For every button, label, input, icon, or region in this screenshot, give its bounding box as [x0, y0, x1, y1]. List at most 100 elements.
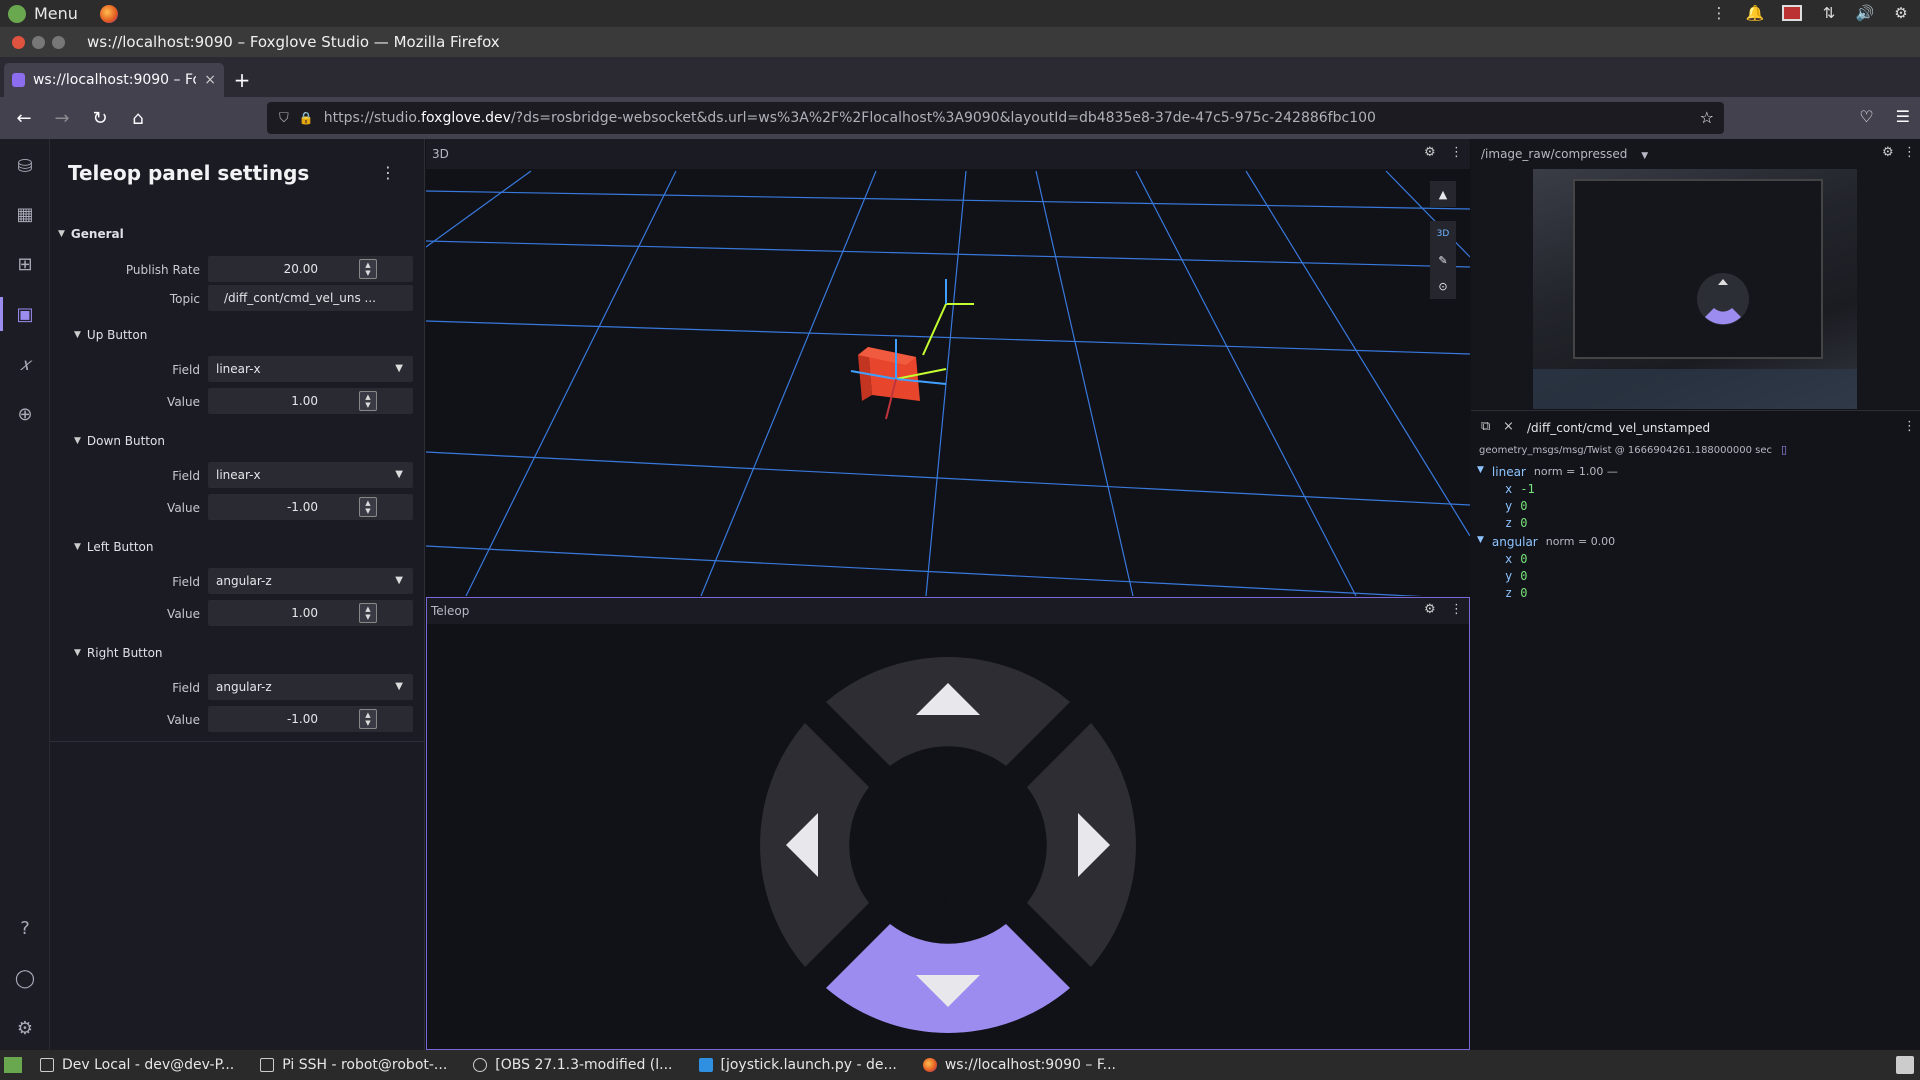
volume-icon[interactable]: 🔊 [1856, 4, 1875, 22]
section-down-button[interactable]: ▼ Down Button [74, 434, 165, 448]
taskbar-item-firefox[interactable]: ws://localhost:9090 – F... [922, 1057, 1124, 1073]
caret-down-icon: ▼ [74, 330, 81, 340]
taskbar-item-terminal-pi[interactable]: Pi SSH - robot@robot-... [260, 1057, 455, 1073]
diff-icon[interactable]: ⨯ [1503, 419, 1514, 434]
browser-tab-bar: ws://localhost:9090 – Fox × + [0, 57, 1920, 97]
panel-settings-gear-icon[interactable]: ⚙ [1882, 145, 1894, 160]
firefox-launcher-icon[interactable] [99, 4, 118, 23]
url-bar[interactable]: ⛉ 🔒 https://studio.foxglove.dev/?ds=rosb… [267, 102, 1724, 134]
dots-icon: ⋮ [1711, 4, 1727, 22]
workspace-icon[interactable] [1896, 1056, 1914, 1074]
measure-tool-icon[interactable]: ✎ [1430, 247, 1456, 273]
layouts-icon[interactable]: ▦ [12, 201, 38, 227]
down-value-input[interactable]: -1.00 ▲ ▼ [208, 494, 413, 520]
caret-down-icon: ▼ [74, 542, 81, 552]
stepper-icon[interactable]: ▲ ▼ [359, 391, 377, 411]
up-value-input[interactable]: 1.00 ▲ ▼ [208, 388, 413, 414]
publish-rate-input[interactable]: 20.00 ▲ ▼ [208, 256, 413, 282]
section-left-button[interactable]: ▼ Left Button [74, 540, 154, 554]
left-value-input[interactable]: 1.00 ▲ ▼ [208, 600, 413, 626]
panel-settings-gear-icon[interactable]: ⚙ [1424, 602, 1436, 617]
extensions-icon[interactable]: ⊕ [12, 401, 38, 427]
show-desktop-icon[interactable] [4, 1057, 22, 1073]
tree-angular-x: x0 [1505, 552, 1528, 566]
account-icon[interactable]: ◯ [12, 965, 38, 991]
publish-rate-label: Publish Rate [125, 263, 200, 277]
variables-icon[interactable]: 𝑥 [12, 351, 38, 377]
panel-more-icon[interactable]: ⋮ [1903, 145, 1916, 160]
pocket-icon[interactable]: ♡ [1859, 107, 1873, 126]
system-settings-icon[interactable]: ⚙ [1892, 4, 1910, 22]
topic-input[interactable]: /diff_cont/cmd_vel_uns ... [208, 285, 413, 311]
window-minimize-button[interactable] [32, 35, 45, 49]
settings-more-icon[interactable]: ⋮ [380, 163, 396, 182]
image-topic-select[interactable]: /image_raw/compressed ▼ [1481, 147, 1648, 161]
tree-caret-icon: ▼ [1477, 465, 1484, 475]
network-icon[interactable]: ⇅ [1820, 4, 1838, 22]
screen-record-icon[interactable] [1782, 5, 1802, 21]
copy-message-icon[interactable]: ▯ [1781, 443, 1787, 456]
section-right-button[interactable]: ▼ Right Button [74, 646, 163, 660]
dropdown-arrow-icon: ▼ [395, 575, 403, 586]
window-maximize-button[interactable] [52, 35, 65, 49]
down-field-select[interactable]: linear-x ▼ [208, 462, 413, 488]
terminal-icon [40, 1058, 54, 1072]
notification-bell-icon[interactable]: 🔔 [1746, 4, 1765, 22]
publish-point-icon[interactable]: ⊙ [1430, 273, 1456, 299]
up-field-select[interactable]: linear-x ▼ [208, 356, 413, 382]
forward-button[interactable]: → [44, 102, 80, 134]
tree-angular[interactable]: ▼ angular norm = 0.00 [1477, 535, 1615, 549]
panel-more-icon[interactable]: ⋮ [1450, 145, 1463, 160]
app-menu-icon[interactable]: ☰ [1896, 107, 1910, 126]
new-tab-button[interactable]: + [224, 63, 260, 97]
foxglove-favicon-icon [12, 73, 25, 87]
active-nav-indicator [0, 297, 3, 331]
tree-linear[interactable]: ▼ linear norm = 1.00 — [1477, 465, 1618, 479]
caret-down-icon: ▼ [58, 229, 65, 239]
lock-icon[interactable]: 🔒 [299, 111, 314, 125]
camera-desk [1533, 369, 1857, 409]
right-field-select[interactable]: angular-z ▼ [208, 674, 413, 700]
left-field-select[interactable]: angular-z ▼ [208, 568, 413, 594]
taskbar-item-obs[interactable]: [OBS 27.1.3-modified (l... [473, 1057, 680, 1073]
stepper-icon[interactable]: ▲ ▼ [359, 497, 377, 517]
tree-caret-icon: ▼ [1477, 535, 1484, 545]
topic-label: Topic [169, 292, 200, 306]
home-button[interactable]: ⌂ [120, 102, 156, 134]
view-3d-toggle[interactable]: 3D [1430, 221, 1456, 247]
obs-icon [473, 1058, 488, 1072]
window-close-button[interactable] [12, 35, 25, 49]
stepper-icon[interactable]: ▲ ▼ [359, 709, 377, 729]
os-menu-button[interactable]: Menu [0, 4, 118, 23]
reload-button[interactable]: ↻ [82, 102, 118, 134]
panel-settings-gear-icon[interactable]: ⚙ [1424, 145, 1436, 160]
panel-3d[interactable]: 3D ⚙ ⋮ ▲ 3D ✎ ⊙ [426, 139, 1470, 596]
section-general[interactable]: ▼ General [58, 227, 124, 241]
app-settings-icon[interactable]: ⚙ [12, 1015, 38, 1041]
message-topic[interactable]: /diff_cont/cmd_vel_unstamped [1527, 421, 1710, 435]
bookmark-star-icon[interactable]: ☆ [1700, 108, 1714, 127]
panel-more-icon[interactable]: ⋮ [1903, 419, 1916, 434]
tree-linear-y: y0 [1505, 499, 1528, 513]
mouse-cursor-icon: ☝ [939, 890, 949, 909]
help-icon[interactable]: ? [12, 915, 38, 941]
section-up-button[interactable]: ▼ Up Button [74, 328, 147, 342]
tracking-shield-icon[interactable]: ⛉ [279, 111, 289, 126]
taskbar-item-terminal-dev[interactable]: Dev Local - dev@dev-P... [40, 1057, 242, 1073]
select-tool-button[interactable]: ▲ [1430, 181, 1456, 207]
stepper-icon[interactable]: ▲ ▼ [359, 259, 377, 279]
panel-settings-icon[interactable]: ▣ [12, 301, 38, 327]
back-button[interactable]: ← [6, 102, 42, 134]
taskbar-item-vscode[interactable]: [joystick.launch.py - de... [698, 1057, 905, 1073]
up-value-label: Value [167, 395, 200, 409]
right-value-input[interactable]: -1.00 ▲ ▼ [208, 706, 413, 732]
data-source-icon[interactable]: ⛁ [12, 153, 38, 179]
os-taskbar: Dev Local - dev@dev-P... Pi SSH - robot@… [0, 1050, 1920, 1080]
window-titlebar: ws://localhost:9090 – Foxglove Studio — … [0, 27, 1920, 57]
stepper-icon[interactable]: ▲ ▼ [359, 603, 377, 623]
panel-more-icon[interactable]: ⋮ [1450, 602, 1463, 617]
copy-icon[interactable]: ⧉ [1481, 419, 1490, 434]
add-panel-icon[interactable]: ⊞ [12, 251, 38, 277]
browser-tab-foxglove[interactable]: ws://localhost:9090 – Fox × [4, 63, 224, 97]
tab-close-icon[interactable]: × [204, 72, 216, 88]
